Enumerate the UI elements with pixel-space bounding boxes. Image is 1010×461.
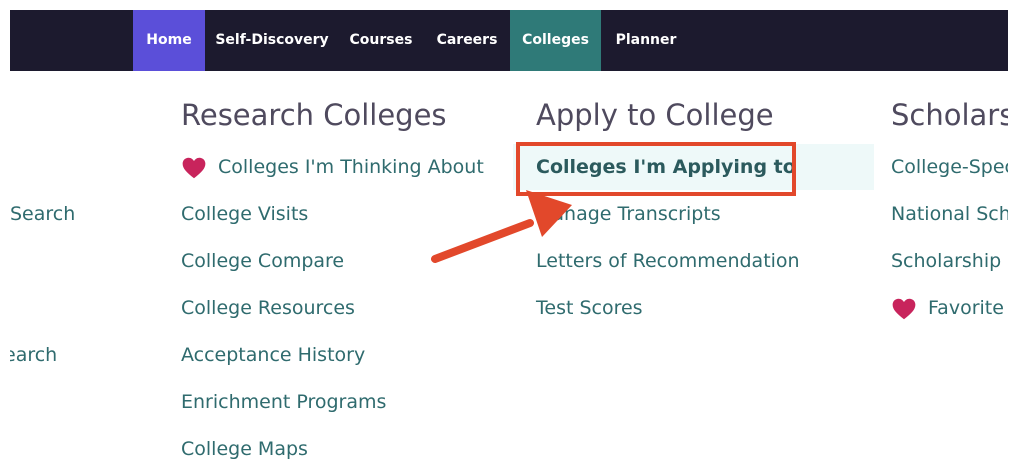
left-column-search-link[interactable]: Search [10,203,75,225]
link-college-resources[interactable]: College Resources [181,297,355,319]
link-enrichment-programs[interactable]: Enrichment Programs [181,391,386,413]
top-navbar: Home Self-Discovery Courses Careers Coll… [10,10,1008,71]
nav-careers[interactable]: Careers [434,10,500,71]
scholarships-heading: Scholarshi [891,98,1008,132]
heart-icon [182,157,206,179]
link-college-maps[interactable]: College Maps [181,438,308,460]
callout-box [516,142,796,196]
nav-planner[interactable]: Planner [610,10,682,71]
left-column-search-link-2[interactable]: earch [10,344,57,366]
nav-self-discovery[interactable]: Self-Discovery [214,10,330,71]
link-acceptance-history[interactable]: Acceptance History [181,344,365,366]
nav-courses[interactable]: Courses [346,10,416,71]
link-test-scores[interactable]: Test Scores [536,297,643,319]
apply-to-college-heading: Apply to College [536,98,774,132]
heart-icon [892,298,916,320]
nav-colleges[interactable]: Colleges [510,10,601,71]
nav-home[interactable]: Home [133,10,205,71]
research-colleges-heading: Research Colleges [181,98,447,132]
link-college-visits[interactable]: College Visits [181,203,308,225]
link-college-specific-scholarships[interactable]: College-Spec [891,156,1008,178]
link-letters-of-recommendation[interactable]: Letters of Recommendation [536,250,800,272]
link-scholarship-search[interactable]: Scholarship S [891,250,1008,272]
app-frame: Home Self-Discovery Courses Careers Coll… [10,10,1008,461]
link-manage-transcripts[interactable]: Manage Transcripts [536,203,721,225]
arrow-annotation [431,190,572,263]
link-favorite-scholarships[interactable]: Favorite S [928,297,1008,319]
link-national-scholarships[interactable]: National Scho [891,203,1008,225]
link-college-compare[interactable]: College Compare [181,250,344,272]
link-colleges-thinking-about[interactable]: Colleges I'm Thinking About [218,156,484,178]
